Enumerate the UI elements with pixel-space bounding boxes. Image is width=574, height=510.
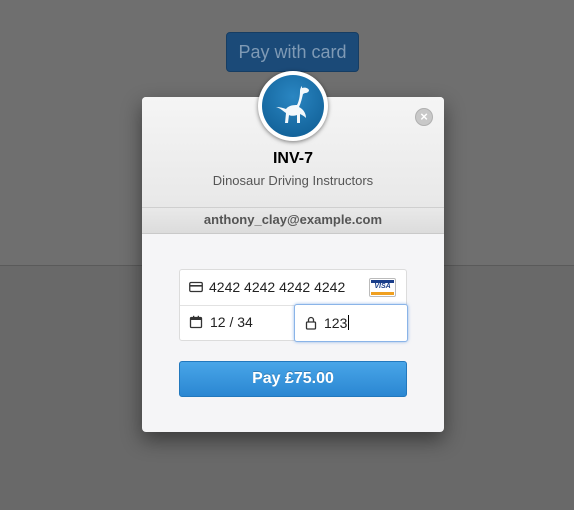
- pay-with-card-button[interactable]: Pay with card: [226, 32, 359, 72]
- checkout-modal: × INV-7 Dinosaur Driving Instructors ant…: [142, 71, 444, 432]
- card-brand-label: VISA: [374, 283, 391, 290]
- credit-card-icon: [189, 280, 203, 294]
- close-icon: ×: [420, 109, 428, 124]
- visa-brand-icon: VISA: [369, 278, 396, 297]
- modal-subtitle: Dinosaur Driving Instructors: [212, 173, 374, 188]
- text-cursor: [348, 315, 350, 330]
- card-number-field[interactable]: 4242 4242 4242 4242 VISA: [180, 270, 406, 306]
- dinosaur-logo-icon: [262, 75, 324, 137]
- merchant-logo: [258, 71, 328, 141]
- cvc-value: 123: [324, 315, 350, 331]
- card-details-form: 4242 4242 4242 4242 VISA 12 / 34 123: [179, 269, 408, 342]
- email-display[interactable]: anthony_clay@example.com: [142, 207, 444, 234]
- calendar-icon: [189, 315, 203, 329]
- expiry-field[interactable]: 12 / 34: [180, 305, 294, 340]
- expiry-value: 12 / 34: [210, 314, 253, 330]
- modal-title: INV-7: [272, 150, 313, 167]
- cvc-text: 123: [324, 315, 348, 331]
- close-button[interactable]: ×: [415, 108, 433, 126]
- cvc-field[interactable]: 123: [294, 304, 408, 342]
- lock-icon: [304, 316, 318, 330]
- pay-button[interactable]: Pay £75.00: [179, 361, 407, 397]
- card-number-value: 4242 4242 4242 4242: [209, 279, 346, 295]
